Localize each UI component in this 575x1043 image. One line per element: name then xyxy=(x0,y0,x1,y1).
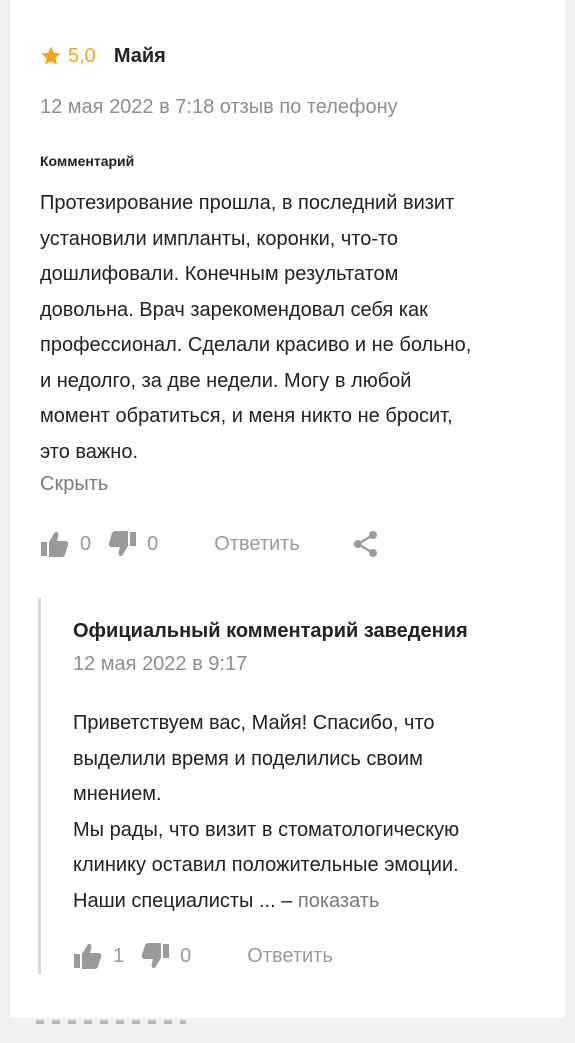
comment-label: Комментарий xyxy=(40,153,135,169)
review-actions: 0 0 Ответить xyxy=(40,530,380,558)
thumbs-down-icon[interactable] xyxy=(107,530,137,558)
reply-button[interactable]: Ответить xyxy=(247,945,333,968)
official-paragraph-2-text: Мы рады, что визит в стоматологическую к… xyxy=(73,818,460,912)
thumbs-down-icon[interactable] xyxy=(140,942,170,970)
review-card: 5,0 Майя 12 мая 2022 в 7:18 отзыв по тел… xyxy=(10,0,565,1018)
hide-link[interactable]: Скрыть xyxy=(40,473,108,496)
official-comment-date: 12 мая 2022 в 9:17 xyxy=(73,653,248,675)
star-icon xyxy=(40,45,62,67)
review-text: Протезирование прошла, в последний визит… xyxy=(40,192,472,463)
official-comment-text: Приветствуем вас, Майя! Спасибо, что выд… xyxy=(73,706,563,919)
like-count: 0 xyxy=(80,532,92,555)
official-comment: Официальный комментарий заведения 12 мая… xyxy=(38,598,571,974)
next-review-peek xyxy=(36,1020,186,1024)
official-actions: 1 0 Ответить xyxy=(73,942,333,970)
share-icon[interactable] xyxy=(352,530,380,558)
rating-row: 5,0 Майя xyxy=(40,42,166,70)
thumbs-up-icon[interactable] xyxy=(73,942,103,970)
author-name[interactable]: Майя xyxy=(114,45,166,68)
official-paragraph-2: Мы рады, что визит в стоматологическую к… xyxy=(73,813,563,920)
show-more-link[interactable]: показать xyxy=(298,890,379,912)
dislike-count: 0 xyxy=(180,944,192,967)
official-paragraph-1: Приветствуем вас, Майя! Спасибо, что выд… xyxy=(73,712,435,805)
dislike-count: 0 xyxy=(147,532,159,555)
like-count: 1 xyxy=(113,944,125,967)
reply-button[interactable]: Ответить xyxy=(214,533,300,556)
thumbs-up-icon[interactable] xyxy=(40,530,70,558)
official-comment-title: Официальный комментарий заведения xyxy=(73,620,468,642)
review-meta: 12 мая 2022 в 7:18 отзыв по телефону xyxy=(40,96,398,118)
rating-value: 5,0 xyxy=(68,44,96,67)
